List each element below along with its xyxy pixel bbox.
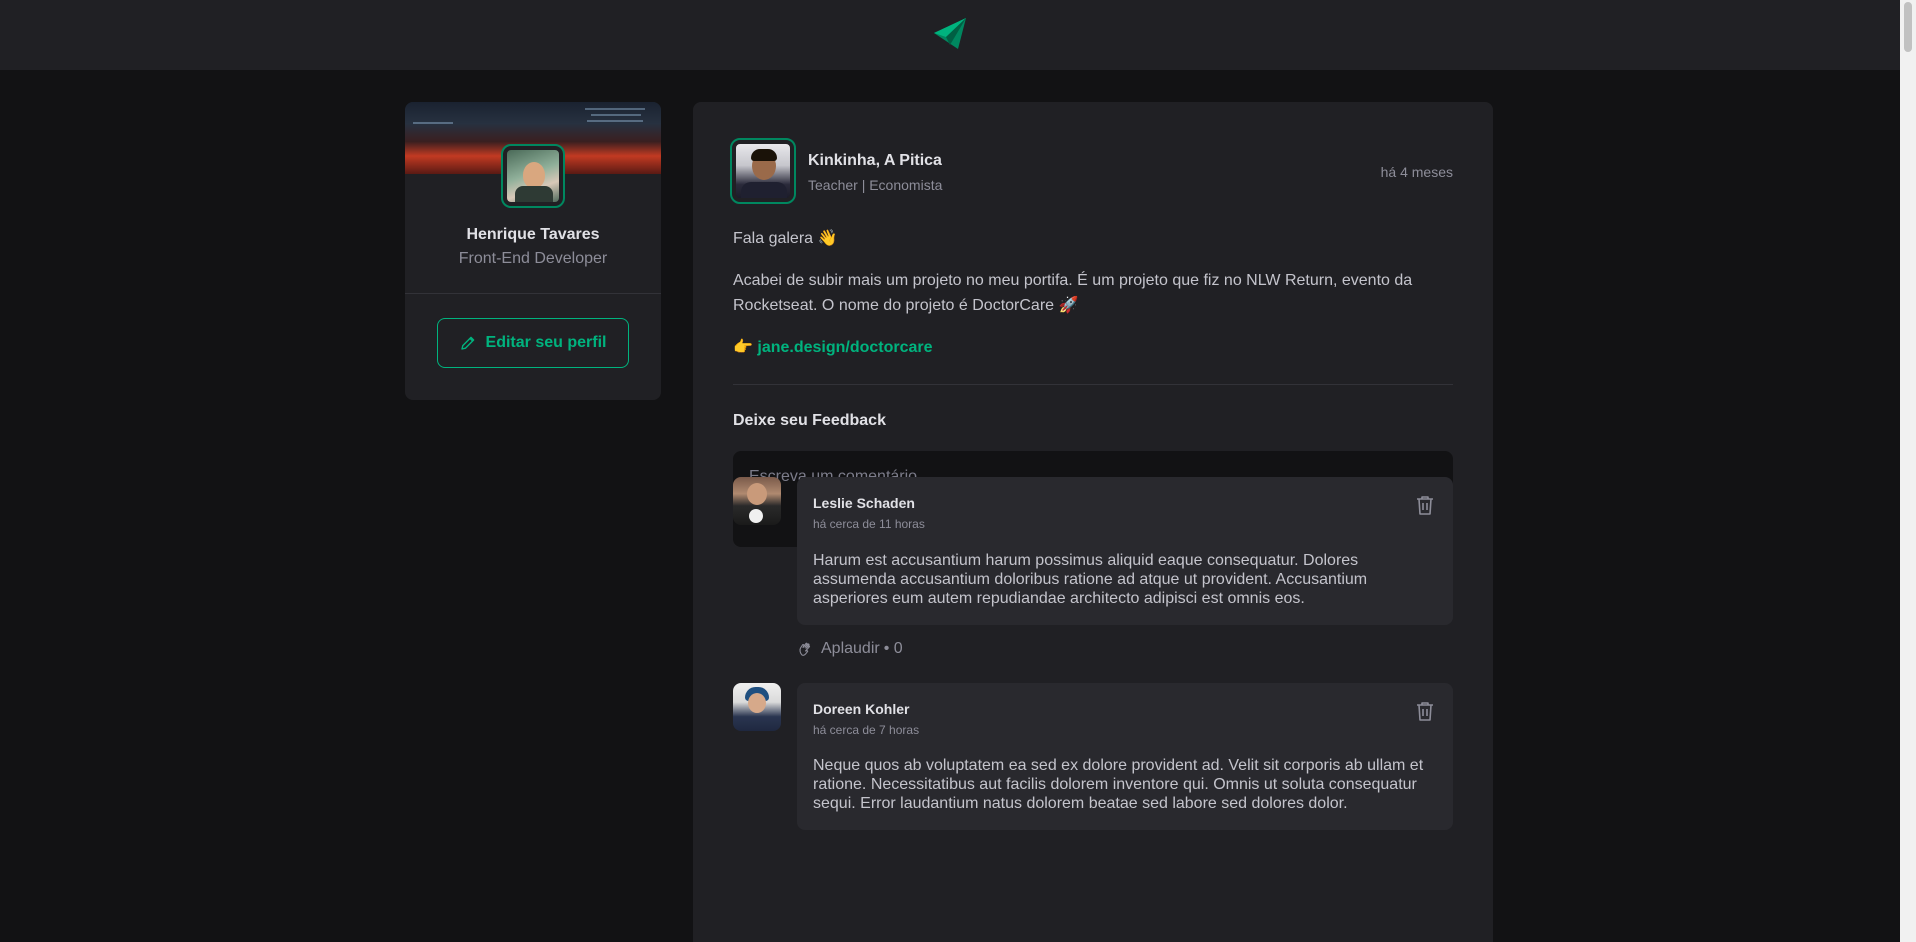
post-content: Fala galera 👋 Acabei de subir mais um pr… — [733, 226, 1453, 377]
post-card: Kinkinha, A Pitica Teacher | Economista … — [693, 102, 1493, 942]
comment-author-avatar[interactable] — [733, 477, 781, 525]
post-author-avatar[interactable] — [730, 138, 796, 204]
post-divider — [733, 384, 1453, 385]
post-body: Acabei de subir mais um projeto no meu p… — [733, 272, 1413, 314]
profile-sidebar: Henrique Tavares Front-End Developer Edi… — [405, 102, 661, 400]
applaud-label: Aplaudir — [821, 640, 880, 657]
comment-box: Leslie Schaden há cerca de 11 horas Haru… — [797, 477, 1453, 625]
trash-icon[interactable] — [1413, 493, 1437, 517]
profile-name: Henrique Tavares — [466, 226, 600, 243]
paper-plane-logo-icon[interactable] — [932, 15, 968, 51]
comment-author-name: Leslie Schaden — [813, 495, 915, 511]
post-link[interactable]: jane.design/doctorcare — [757, 339, 932, 356]
post-author-name: Kinkinha, A Pitica — [808, 152, 942, 169]
comment-box: Doreen Kohler há cerca de 7 horas Neque … — [797, 683, 1453, 830]
post-author-role: Teacher | Economista — [808, 177, 943, 193]
scrollbar-thumb[interactable] — [1904, 2, 1912, 52]
comment-timestamp: há cerca de 11 horas — [813, 517, 925, 531]
post-link-line: 👉 jane.design/doctorcare — [733, 335, 1453, 360]
feedback-title: Deixe seu Feedback — [733, 412, 886, 429]
pointing-hand-icon: 👉 — [733, 339, 758, 356]
top-header — [0, 0, 1900, 70]
comment-author-avatar[interactable] — [733, 683, 781, 731]
edit-profile-label: Editar seu perfil — [485, 334, 607, 351]
trash-icon[interactable] — [1413, 699, 1437, 723]
comment-text: Neque quos ab voluptatem ea sed ex dolor… — [813, 757, 1424, 812]
comment-timestamp: há cerca de 7 horas — [813, 723, 920, 737]
applaud-button[interactable]: Aplaudir • 0 — [797, 640, 903, 658]
post-greeting: Fala galera 👋 — [733, 230, 838, 247]
profile-role: Front-End Developer — [458, 250, 608, 267]
edit-profile-button[interactable]: Editar seu perfil — [437, 318, 629, 368]
applaud-count: • 0 — [883, 640, 903, 657]
page-scrollbar[interactable] — [1900, 0, 1916, 942]
pencil-icon — [460, 336, 474, 350]
comment-text: Harum est accusantium harum possimus ali… — [813, 552, 1368, 607]
comment-author-name: Doreen Kohler — [813, 701, 910, 717]
post-timestamp: há 4 meses — [1380, 164, 1453, 180]
sidebar-divider — [405, 293, 661, 294]
clap-icon — [799, 642, 811, 656]
profile-avatar[interactable] — [501, 144, 565, 208]
